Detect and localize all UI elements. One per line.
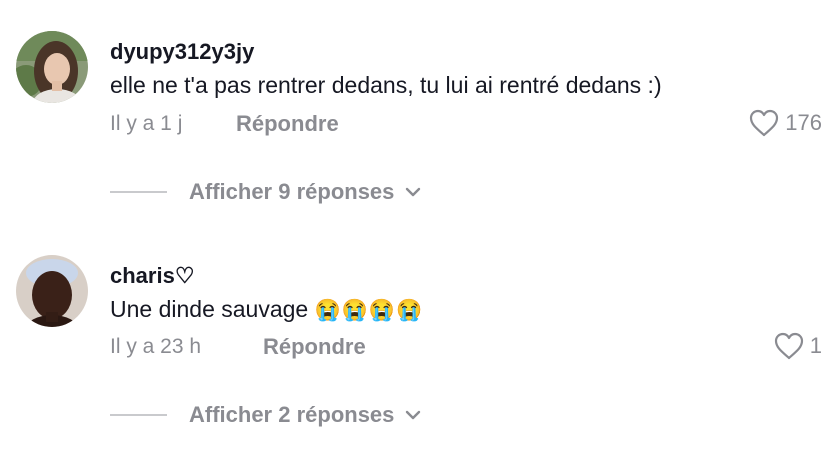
avatar-image bbox=[16, 31, 88, 103]
comment-username[interactable]: charis♡ bbox=[110, 263, 195, 289]
comment-text: elle ne t'a pas rentrer dedans, tu lui a… bbox=[110, 72, 662, 98]
like-count: 176 bbox=[785, 110, 822, 135]
replies-divider bbox=[110, 191, 167, 193]
avatar[interactable] bbox=[16, 31, 88, 103]
comment-timestamp: Il y a 23 h bbox=[110, 335, 202, 358]
avatar-image bbox=[16, 255, 88, 327]
show-replies-label: Afficher 2 réponses bbox=[189, 402, 395, 427]
show-replies-button[interactable]: Afficher 2 réponses bbox=[110, 402, 422, 428]
chevron-down-icon bbox=[406, 187, 421, 197]
show-replies-button[interactable]: Afficher 9 réponses bbox=[110, 179, 422, 205]
show-replies-label: Afficher 9 réponses bbox=[189, 179, 395, 204]
reply-button[interactable]: Répondre bbox=[263, 334, 366, 360]
crying-emoji-group: 😭😭😭😭 bbox=[314, 299, 424, 322]
comment-text: Une dinde sauvage 😭😭😭😭 bbox=[110, 296, 423, 323]
comment-username[interactable]: dyupy312y3jy bbox=[110, 39, 254, 65]
like-button[interactable]: 176 bbox=[749, 109, 822, 137]
like-count: 1 bbox=[809, 333, 822, 358]
reply-button[interactable]: Répondre bbox=[236, 111, 339, 137]
comment-timestamp: Il y a 1 j bbox=[110, 112, 183, 135]
heart-outline-icon bbox=[774, 332, 803, 360]
replies-divider bbox=[110, 414, 167, 416]
chevron-down-icon bbox=[406, 410, 421, 420]
like-button[interactable]: 1 bbox=[774, 332, 822, 360]
avatar[interactable] bbox=[16, 255, 88, 327]
comment-text-body: Une dinde sauvage bbox=[110, 296, 309, 322]
heart-outline-icon bbox=[750, 109, 779, 137]
